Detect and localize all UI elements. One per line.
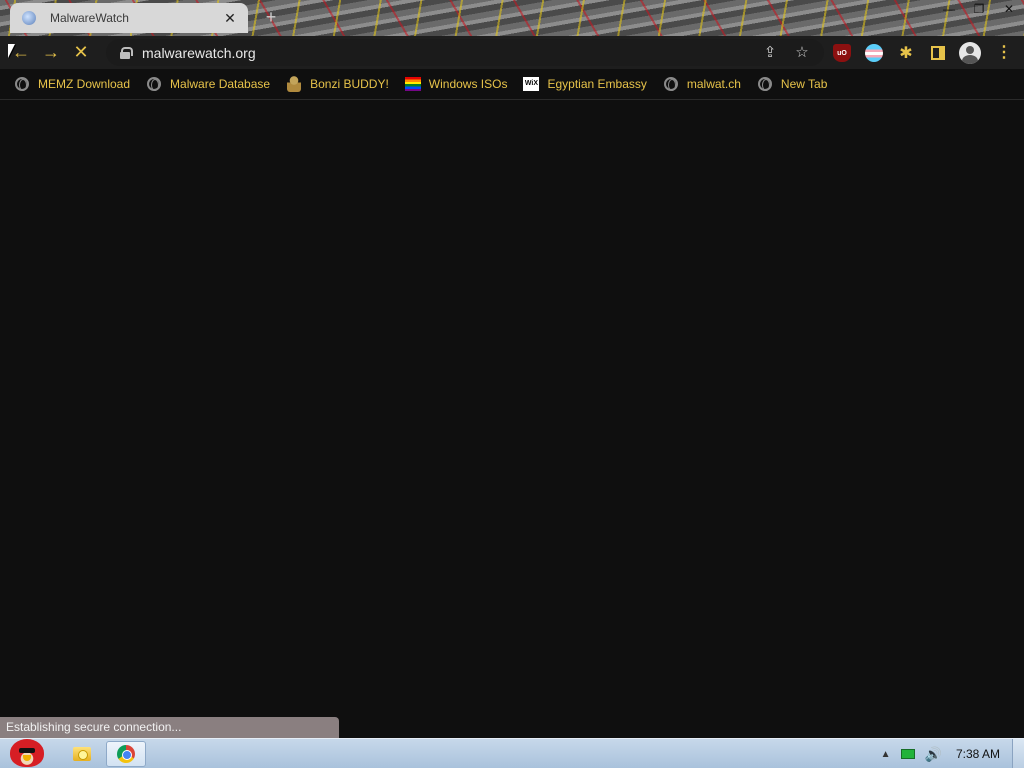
clock[interactable]: 7:38 AM (956, 747, 1000, 761)
globe-icon (663, 76, 679, 92)
forward-button[interactable]: → (36, 39, 66, 67)
folder-icon (73, 747, 91, 761)
tab-title: MalwareWatch (50, 11, 129, 25)
bookmarks-bar: MEMZ Download Malware Database Bonzi BUD… (0, 69, 1024, 100)
bookmark-bonzi-buddy[interactable]: Bonzi BUDDY! (286, 72, 389, 96)
volume-icon[interactable]: 🔊 (925, 746, 942, 763)
close-window-button[interactable]: ✕ (994, 0, 1024, 18)
tab-strip: MalwareWatch ✕ + — ❐ ✕ (0, 0, 1024, 36)
bookmark-windows-isos[interactable]: Windows ISOs (404, 72, 508, 96)
start-button[interactable] (6, 733, 48, 768)
ublock-origin-icon[interactable]: uO (833, 44, 851, 62)
page-content[interactable] (0, 101, 1024, 738)
globe-icon (757, 76, 773, 92)
browser-toolbar: ← → ✕ malwarewatch.org ⇪ ☆ uO ✱ ⋮ (0, 36, 1024, 69)
rainbow-flag-icon (404, 76, 421, 92)
taskbar: ▲ 🔊 7:38 AM (0, 738, 1024, 768)
status-bubble: Establishing secure connection... (0, 717, 339, 738)
minimize-button[interactable]: — (934, 0, 964, 18)
address-bar[interactable]: malwarewatch.org ⇪ ☆ (106, 39, 824, 66)
globe-icon (14, 76, 30, 92)
battery-icon[interactable] (900, 749, 915, 759)
bookmark-label: malwat.ch (686, 77, 741, 91)
tray-expand-icon[interactable]: ▲ (881, 749, 891, 760)
bookmark-new-tab[interactable]: New Tab (757, 72, 827, 96)
taskbar-file-explorer[interactable] (62, 741, 102, 767)
bookmark-label: Malware Database (170, 77, 271, 91)
bookmark-label: Bonzi BUDDY! (310, 77, 389, 91)
system-tray: ▲ 🔊 7:38 AM (881, 739, 1024, 768)
extensions-puzzle-icon[interactable]: ✱ (897, 44, 915, 62)
trans-flag-extension-icon[interactable] (865, 44, 883, 62)
globe-icon (146, 76, 162, 92)
mouse-cursor-icon (8, 44, 15, 58)
screen: MalwareWatch ✕ + — ❐ ✕ ← → ✕ malwarewatc… (0, 0, 1024, 768)
wix-icon: WiX (523, 76, 540, 92)
side-panel-icon[interactable] (931, 46, 945, 60)
stop-loading-button[interactable]: ✕ (66, 39, 96, 67)
profile-avatar-icon[interactable] (959, 42, 981, 64)
new-tab-button[interactable]: + (262, 7, 280, 27)
bookmark-label: Windows ISOs (428, 77, 508, 91)
bonzi-icon (286, 76, 302, 92)
bookmark-label: New Tab (780, 77, 828, 91)
show-desktop-button[interactable] (1012, 739, 1024, 768)
bookmark-egyptian-embassy[interactable]: WiX Egyptian Embassy (523, 72, 647, 96)
angry-bird-start-icon (10, 739, 44, 767)
menu-kebab-icon[interactable]: ⋮ (996, 43, 1012, 63)
bookmark-label: Egyptian Embassy (547, 77, 647, 91)
url-text[interactable]: malwarewatch.org (142, 45, 256, 61)
window-controls: — ❐ ✕ (934, 0, 1024, 20)
taskbar-chrome[interactable] (106, 741, 146, 767)
browser-tab[interactable]: MalwareWatch ✕ (10, 3, 248, 33)
bookmark-memz-download[interactable]: MEMZ Download (14, 72, 130, 96)
star-icon[interactable]: ☆ (792, 43, 812, 63)
chrome-icon (117, 745, 135, 763)
share-icon[interactable]: ⇪ (760, 43, 780, 63)
bookmark-malwat-ch[interactable]: malwat.ch (663, 72, 741, 96)
bookmark-label: MEMZ Download (38, 77, 131, 91)
globe-favicon-icon (22, 11, 36, 25)
lock-icon[interactable] (120, 46, 133, 59)
tab-close-icon[interactable]: ✕ (222, 10, 238, 27)
bookmark-malware-database[interactable]: Malware Database (146, 72, 270, 96)
maximize-button[interactable]: ❐ (964, 0, 994, 18)
